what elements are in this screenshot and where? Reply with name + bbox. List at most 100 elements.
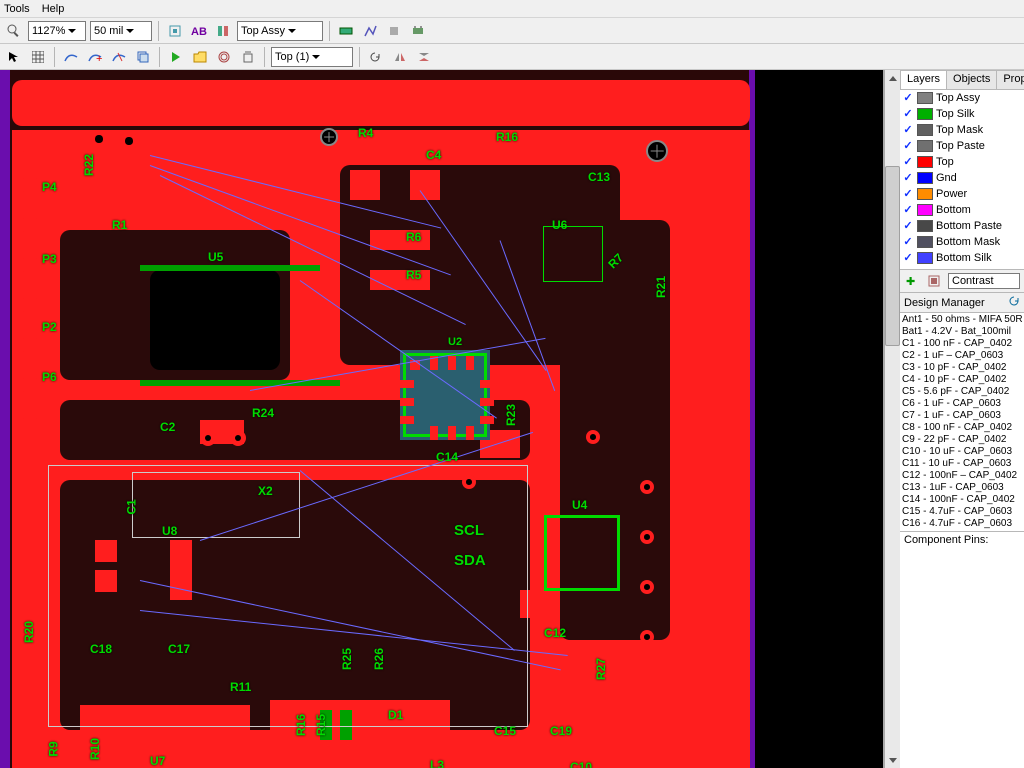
component-list-item[interactable]: C2 - 1 uF – CAP_0603 (902, 350, 1022, 362)
layer-visibility-check-icon[interactable] (902, 220, 914, 232)
chevron-down-icon[interactable] (123, 22, 136, 40)
component-list-item[interactable]: C12 - 100nF – CAP_0402 (902, 470, 1022, 482)
route-icon[interactable] (360, 21, 380, 41)
layer-visibility-check-icon[interactable] (902, 204, 914, 216)
layer-color-swatch[interactable] (917, 220, 933, 232)
chevron-down-icon[interactable] (65, 22, 78, 40)
component-list-item[interactable]: C7 - 1 uF - CAP_0603 (902, 410, 1022, 422)
layer-row[interactable]: Power (900, 186, 1024, 202)
chevron-down-icon[interactable] (309, 48, 322, 66)
design-manager-list[interactable]: Ant1 - 50 ohms - MIFA 50RBat1 - 4.2V - B… (900, 313, 1024, 531)
layer-row[interactable]: Top Mask (900, 122, 1024, 138)
component-list-item[interactable]: C4 - 10 pF - CAP_0402 (902, 374, 1022, 386)
layer-color-swatch[interactable] (917, 188, 933, 200)
component-list-item[interactable]: C6 - 1 uF - CAP_0603 (902, 398, 1022, 410)
layer-color-swatch[interactable] (917, 92, 933, 104)
trace-add-icon[interactable]: + (85, 47, 105, 67)
component-list-item[interactable]: C8 - 100 nF - CAP_0402 (902, 422, 1022, 434)
refdes-r24: R24 (252, 406, 274, 420)
tab-layers[interactable]: Layers (900, 70, 947, 89)
component-list-item[interactable]: C5 - 5.6 pF - CAP_0402 (902, 386, 1022, 398)
drc-icon[interactable] (336, 21, 356, 41)
layer-visibility-check-icon[interactable] (902, 108, 914, 120)
rotate-icon[interactable] (366, 47, 386, 67)
component-pins-body[interactable] (900, 548, 1024, 768)
grid-toggle-icon[interactable] (28, 47, 48, 67)
play-icon[interactable] (166, 47, 186, 67)
refresh-icon[interactable] (1008, 295, 1020, 310)
layer-visibility-check-icon[interactable] (902, 124, 914, 136)
component-list-item[interactable]: C16 - 4.7uF - CAP_0603 (902, 518, 1022, 530)
scroll-down-icon[interactable] (885, 752, 900, 768)
select-icon[interactable] (4, 47, 24, 67)
layer-color-swatch[interactable] (917, 204, 933, 216)
layer-color-swatch[interactable] (917, 108, 933, 120)
toggle-crosshair-icon[interactable] (165, 21, 185, 41)
layer-name: Top Mask (936, 124, 983, 136)
layer-visibility-check-icon[interactable] (902, 252, 914, 264)
component-list-item[interactable]: C13 - 1uF - CAP_0603 (902, 482, 1022, 494)
tab-properties[interactable]: Properties (996, 70, 1024, 89)
layer-row[interactable]: Top (900, 154, 1024, 170)
layer-row[interactable]: Bottom Mask (900, 234, 1024, 250)
settings-gear-icon[interactable] (214, 47, 234, 67)
scroll-up-icon[interactable] (885, 70, 900, 86)
layer-visibility-check-icon[interactable] (902, 92, 914, 104)
canvas-scrollbar-vertical[interactable] (884, 70, 900, 768)
layer-color-swatch[interactable] (917, 252, 933, 264)
layer-options-icon[interactable] (926, 273, 942, 289)
layer-color-swatch[interactable] (917, 156, 933, 168)
open-icon[interactable] (190, 47, 210, 67)
copy-icon[interactable] (133, 47, 153, 67)
component-list-item[interactable]: C11 - 10 uF - CAP_0603 (902, 458, 1022, 470)
component-list-item[interactable]: Bat1 - 4.2V - Bat_100mil (902, 326, 1022, 338)
grid-combo[interactable]: 50 mil (90, 21, 152, 41)
delete-icon[interactable] (238, 47, 258, 67)
abc-text-icon[interactable]: ABC (189, 21, 209, 41)
chip-icon[interactable] (408, 21, 428, 41)
layer-row[interactable]: Bottom Paste (900, 218, 1024, 234)
pcb-canvas[interactable]: P4 P3 P2 P6 R1 R22 R24 U5 C2 X2 C1 U8 C1… (0, 70, 884, 768)
tab-objects[interactable]: Objects (946, 70, 997, 89)
zoom-fit-icon[interactable] (4, 21, 24, 41)
menu-tools[interactable]: Tools (4, 3, 30, 15)
layer-row[interactable]: Bottom Silk (900, 250, 1024, 266)
chevron-down-icon[interactable] (285, 22, 298, 40)
layer-color-swatch[interactable] (917, 172, 933, 184)
zoom-combo[interactable]: 1127% (28, 21, 86, 41)
component-list-item[interactable]: C10 - 10 uF - CAP_0603 (902, 446, 1022, 458)
layer-row[interactable]: Top Silk (900, 106, 1024, 122)
component-list-item[interactable]: C1 - 100 nF - CAP_0402 (902, 338, 1022, 350)
layer-visibility-check-icon[interactable] (902, 140, 914, 152)
component-list-item[interactable]: Ant1 - 50 ohms - MIFA 50R (902, 314, 1022, 326)
scrollbar-thumb[interactable] (885, 166, 900, 346)
layer-row[interactable]: Gnd (900, 170, 1024, 186)
layer-color-swatch[interactable] (917, 124, 933, 136)
add-layer-icon[interactable]: ✚ (904, 273, 920, 289)
layer-visibility-check-icon[interactable] (902, 156, 914, 168)
via-icon[interactable] (384, 21, 404, 41)
layer-color-swatch[interactable] (917, 140, 933, 152)
layer-visibility-check-icon[interactable] (902, 236, 914, 248)
trace-icon[interactable] (61, 47, 81, 67)
flip-v-icon[interactable] (414, 47, 434, 67)
layer-mode-label[interactable]: Contrast (948, 273, 1020, 289)
active-layer-combo[interactable]: Top (1) (271, 47, 353, 67)
layer-row[interactable]: Top Paste (900, 138, 1024, 154)
layer-row[interactable]: Top Assy (900, 90, 1024, 106)
mirror-icon[interactable] (213, 21, 233, 41)
layers-list[interactable]: Top AssyTop Silk Top Mask Top PasteTopGndP… (900, 90, 1024, 270)
menu-help[interactable]: Help (42, 3, 65, 15)
assy-layer-combo[interactable]: Top Assy (237, 21, 323, 41)
flip-h-icon[interactable] (390, 47, 410, 67)
layer-row[interactable]: Bottom (900, 202, 1024, 218)
toolbar-1: 1127% 50 mil ABC Top Assy (0, 18, 1024, 44)
component-list-item[interactable]: C14 - 100nF - CAP_0402 (902, 494, 1022, 506)
trace-cut-icon[interactable] (109, 47, 129, 67)
layer-visibility-check-icon[interactable] (902, 172, 914, 184)
layer-color-swatch[interactable] (917, 236, 933, 248)
component-list-item[interactable]: C9 - 22 pF - CAP_0402 (902, 434, 1022, 446)
component-list-item[interactable]: C15 - 4.7uF - CAP_0603 (902, 506, 1022, 518)
component-list-item[interactable]: C3 - 10 pF - CAP_0402 (902, 362, 1022, 374)
layer-visibility-check-icon[interactable] (902, 188, 914, 200)
